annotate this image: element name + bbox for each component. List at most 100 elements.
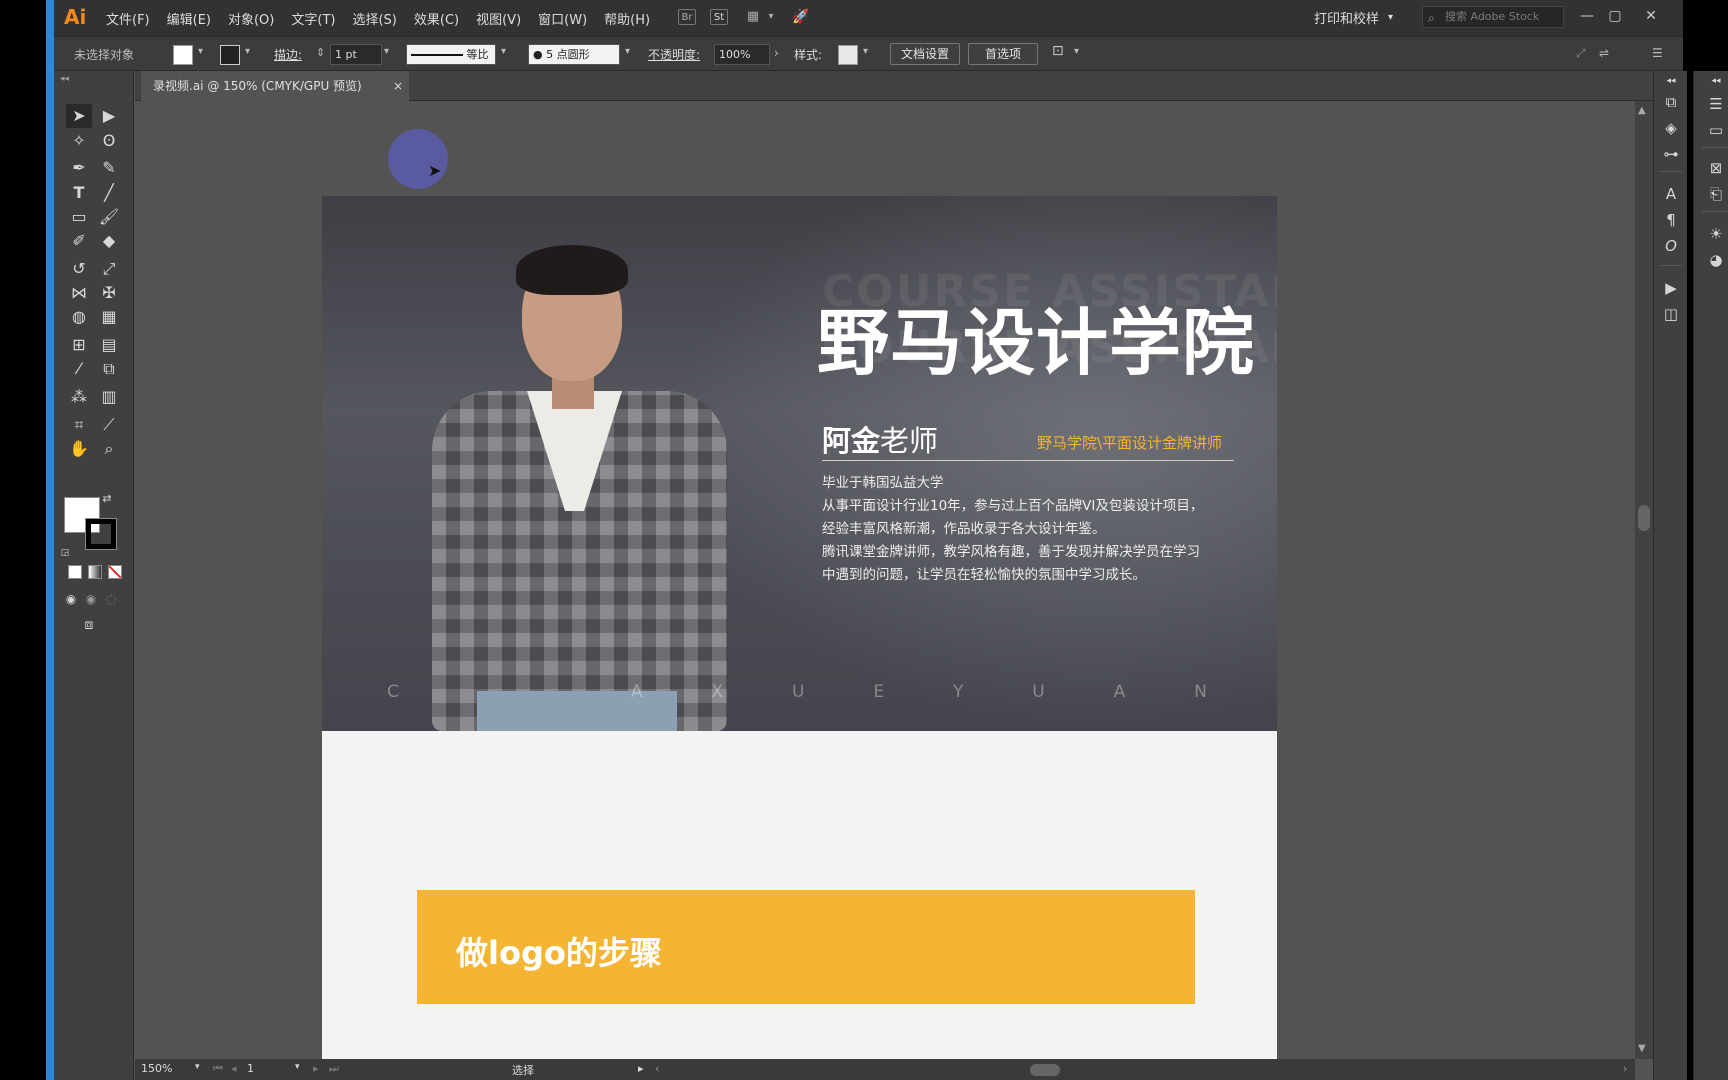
selection-tool-icon[interactable]: ➤ [66, 104, 92, 128]
gradient-tool-icon[interactable]: ▤ [96, 333, 122, 357]
scroll-up-icon[interactable]: ▲ [1638, 105, 1646, 116]
brush-dropdown-icon[interactable]: ▾ [625, 46, 630, 57]
properties-panel-icon[interactable]: ☰ [1704, 93, 1728, 115]
close-icon[interactable]: ✕ [1638, 6, 1664, 26]
brush-definition[interactable]: ● 5 点圆形 [528, 44, 620, 65]
hand-tool-icon[interactable]: ✋ [66, 437, 92, 461]
type-tool-icon[interactable]: T [66, 181, 92, 205]
last-artboard-icon[interactable]: ⏭ [329, 1062, 339, 1076]
stock-icon[interactable]: St [710, 9, 728, 25]
scroll-left-icon[interactable]: ‹ [655, 1062, 659, 1075]
opentype-panel-icon[interactable]: O [1659, 235, 1683, 257]
perspective-grid-tool-icon[interactable]: ▦ [96, 305, 122, 329]
menu-view[interactable]: 视图(V) [476, 9, 521, 28]
arrange-icon[interactable]: ⇌ [1599, 46, 1609, 60]
vertical-scroll-thumb[interactable] [1638, 505, 1650, 531]
scale-tool-icon[interactable]: ⤢ [96, 257, 122, 281]
opacity-label[interactable]: 不透明度: [648, 46, 700, 63]
fill-swatch[interactable] [173, 45, 193, 65]
screen-mode-icon[interactable]: ⧈ [76, 613, 102, 637]
draw-behind-icon[interactable]: ◉ [82, 587, 100, 611]
maximize-icon[interactable]: ▢ [1602, 6, 1628, 26]
gradient-panel-icon[interactable]: ▭ [1704, 119, 1728, 141]
arrange-documents-icon[interactable]: ▦ [744, 9, 762, 25]
collapse-dock-icon[interactable]: ◂◂ [1659, 70, 1683, 92]
stroke-color-box[interactable] [85, 518, 117, 550]
slice-tool-icon[interactable]: ⟋ [96, 413, 122, 437]
stroke-dropdown-icon[interactable]: ▾ [245, 46, 250, 57]
curvature-tool-icon[interactable]: ✎ [96, 156, 122, 180]
style-dropdown-icon[interactable]: ▾ [863, 46, 868, 57]
transform-panel-icon[interactable]: ⧉ [1659, 91, 1683, 113]
menu-effect[interactable]: 效果(C) [414, 9, 459, 28]
zoom-tool-icon[interactable]: ⌕ [96, 437, 122, 461]
zoom-dropdown-icon[interactable]: ▾ [195, 1062, 200, 1072]
document-tab[interactable]: 录视频.ai @ 150% (CMYK/GPU 预览) × [141, 71, 409, 101]
puppet-warp-tool-icon[interactable]: ✠ [96, 281, 122, 305]
gradient-mode-icon[interactable] [88, 565, 102, 579]
zoom-level[interactable]: 150% [141, 1062, 172, 1075]
column-graph-tool-icon[interactable]: ▥ [96, 385, 122, 409]
artboard-dropdown-icon[interactable]: ▾ [295, 1062, 300, 1072]
artboards-panel-icon[interactable]: ◫ [1659, 303, 1683, 325]
canvas-area[interactable]: COURSE ASSISTANT COURSE ASSISTANT 野马设计学院… [135, 101, 1635, 1059]
eyedropper-tool-icon[interactable]: ⁄ [66, 357, 92, 381]
magic-wand-tool-icon[interactable]: ✧ [66, 129, 92, 153]
vertical-scrollbar[interactable]: ▲ ▼ [1635, 101, 1653, 1059]
line-segment-tool-icon[interactable]: ╱ [96, 181, 122, 205]
menu-select[interactable]: 选择(S) [352, 9, 396, 28]
lasso-tool-icon[interactable]: ʘ [96, 129, 122, 153]
artboard-tool-icon[interactable]: ⌗ [66, 413, 92, 437]
workspace-chevron-icon[interactable]: ▾ [1388, 12, 1393, 23]
scroll-down-icon[interactable]: ▼ [1638, 1043, 1646, 1054]
rectangle-tool-icon[interactable]: ▭ [66, 205, 92, 229]
color-mode-icon[interactable] [68, 565, 82, 579]
collapse-toolbar-icon[interactable]: ◂◂ [60, 74, 69, 84]
rotate-tool-icon[interactable]: ↺ [66, 257, 92, 281]
first-artboard-icon[interactable]: ⏮ [213, 1062, 223, 1076]
menu-help[interactable]: 帮助(H) [604, 9, 650, 28]
align-dropdown-icon[interactable]: ▾ [1074, 46, 1079, 57]
direct-selection-tool-icon[interactable]: ▶ [96, 104, 122, 128]
next-artboard-icon[interactable]: ▸ [313, 1062, 319, 1075]
gpu-performance-icon[interactable]: 🚀 [792, 9, 810, 25]
stroke-label[interactable]: 描边: [274, 46, 302, 63]
paintbrush-tool-icon[interactable]: 🖌 [96, 205, 122, 229]
character-panel-icon[interactable]: A [1659, 183, 1683, 205]
draw-normal-icon[interactable]: ◉ [62, 587, 80, 611]
mesh-tool-icon[interactable]: ⊞ [66, 333, 92, 357]
chevron-down-icon[interactable]: ▾ [762, 9, 780, 25]
shaper-tool-icon[interactable]: ✐ [66, 229, 92, 253]
shape-builder-tool-icon[interactable]: ◍ [66, 305, 92, 329]
horizontal-scroll-thumb[interactable] [1030, 1064, 1060, 1076]
symbol-sprayer-tool-icon[interactable]: ⁂ [66, 385, 92, 409]
document-setup-button[interactable]: 文档设置 [890, 43, 960, 65]
stroke-weight-dropdown-icon[interactable]: ▾ [384, 46, 389, 57]
default-fill-stroke-icon[interactable]: ◲ [58, 541, 72, 565]
stock-search-input[interactable]: ⌕ 搜索 Adobe Stock [1422, 6, 1564, 28]
pen-tool-icon[interactable]: ✒ [66, 156, 92, 180]
menu-window[interactable]: 窗口(W) [538, 9, 587, 28]
stroke-weight-field[interactable]: 1 pt [330, 44, 382, 65]
opacity-arrow-icon[interactable]: › [774, 46, 779, 60]
stroke-stepper-icon[interactable]: ⇕ [316, 46, 325, 59]
collapse-dock-icon[interactable]: ◂◂ [1704, 70, 1728, 92]
panel-menu-icon[interactable]: ☰ [1652, 46, 1663, 60]
graphic-style-swatch[interactable] [838, 45, 858, 65]
paragraph-panel-icon[interactable]: ¶ [1659, 209, 1683, 231]
workspace-switcher[interactable]: 打印和校样 [1314, 8, 1379, 27]
close-tab-icon[interactable]: × [393, 71, 403, 101]
profile-dropdown-icon[interactable]: ▾ [501, 46, 506, 57]
bridge-icon[interactable]: Br [678, 9, 696, 25]
links-panel-icon[interactable]: ⊶ [1659, 143, 1683, 165]
status-menu-icon[interactable]: ▸ [638, 1062, 644, 1075]
stroke-swatch[interactable] [220, 45, 240, 65]
asset-export-panel-icon[interactable]: ⎗ [1704, 183, 1728, 205]
menu-object[interactable]: 对象(O) [228, 9, 274, 28]
opacity-field[interactable]: 100% [714, 44, 770, 65]
align-icon[interactable]: ⊡ [1052, 43, 1064, 59]
collapse-panel-icon[interactable]: ⤢ [1576, 46, 1586, 61]
width-tool-icon[interactable]: ⋈ [66, 281, 92, 305]
fill-dropdown-icon[interactable]: ▾ [198, 46, 203, 57]
symbols-panel-icon[interactable]: ◕ [1704, 249, 1728, 271]
